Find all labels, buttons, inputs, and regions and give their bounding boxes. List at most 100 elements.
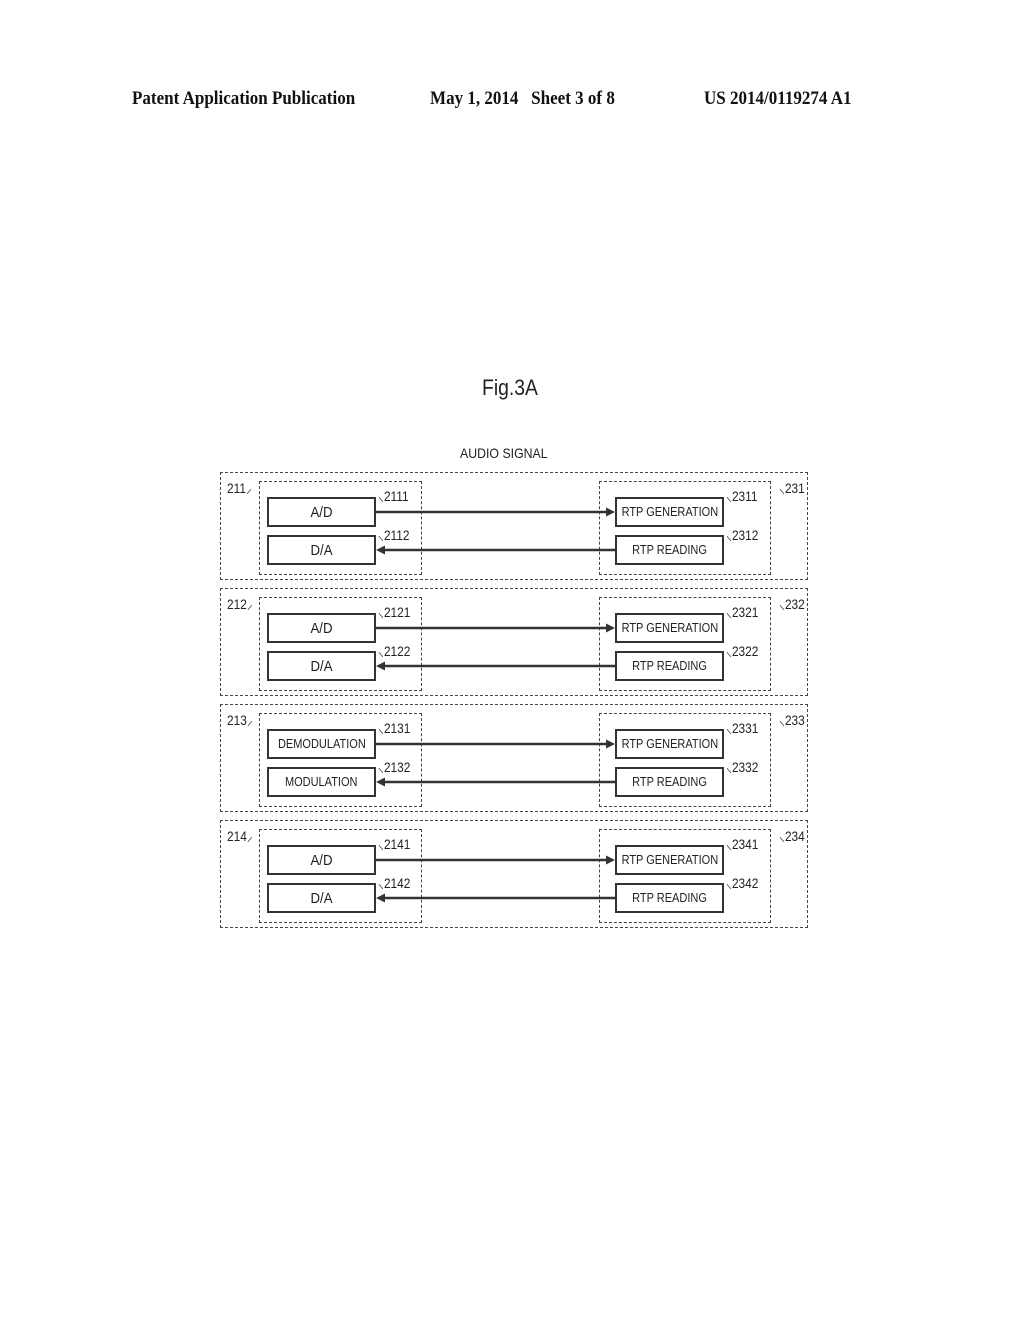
return-arrowhead <box>376 777 385 787</box>
right-block-top-ref: ⸜2311 <box>726 487 757 505</box>
right-block-top-ref: ⸜2321 <box>726 603 758 621</box>
left-block-bottom-ref: ⸜2112 <box>378 526 409 544</box>
leader-tick-icon: ⸝ <box>246 597 253 612</box>
left-block-top-ref: ⸜2131 <box>378 719 410 737</box>
reference-numeral: 234 <box>784 829 805 844</box>
left-block-top: A/D <box>267 845 376 875</box>
left-block-bottom-ref: ⸜2142 <box>378 874 410 892</box>
right-block-bottom: RTP READING <box>615 535 724 565</box>
reference-numeral: 2142 <box>383 876 411 891</box>
signal-row: 211⸝ ⸜231 A/D D/A RTP GENERATION RTP REA… <box>220 472 808 580</box>
reference-numeral: 2341 <box>731 837 759 852</box>
right-unit-ref: ⸜234 <box>779 827 805 845</box>
reference-numeral: 232 <box>784 597 805 612</box>
block-label: A/D <box>310 619 333 637</box>
right-block-bottom: RTP READING <box>615 883 724 913</box>
block-label: RTP READING <box>632 543 707 557</box>
left-block-top: A/D <box>267 613 376 643</box>
right-unit-ref: ⸜232 <box>779 595 805 613</box>
reference-numeral: 2122 <box>383 644 411 659</box>
block-label: RTP READING <box>632 659 707 673</box>
forward-arrowhead <box>606 855 615 865</box>
reference-numeral: 2322 <box>731 644 759 659</box>
block-label: RTP GENERATION <box>621 621 718 635</box>
right-block-top: RTP GENERATION <box>615 613 724 643</box>
right-block-bottom: RTP READING <box>615 651 724 681</box>
right-block-top-ref: ⸜2341 <box>726 835 758 853</box>
reference-numeral: 211 <box>227 481 246 496</box>
left-block-top: DEMODULATION <box>267 729 376 759</box>
left-block-top-ref: ⸜2121 <box>378 603 410 621</box>
left-unit-ref: 212⸝ <box>227 595 253 613</box>
left-block-top-ref: ⸜2111 <box>378 487 409 505</box>
right-unit-ref: ⸜233 <box>779 711 805 729</box>
block-label: D/A <box>310 889 333 907</box>
signal-row: 214⸝ ⸜234 A/D D/A RTP GENERATION RTP REA… <box>220 820 808 928</box>
reference-numeral: 2311 <box>731 489 758 504</box>
left-unit-ref: 214⸝ <box>227 827 253 845</box>
right-block-bottom-ref: ⸜2322 <box>726 642 758 660</box>
right-block-bottom: RTP READING <box>615 767 724 797</box>
right-block-top: RTP GENERATION <box>615 845 724 875</box>
signal-row: 212⸝ ⸜232 A/D D/A RTP GENERATION RTP REA… <box>220 588 808 696</box>
reference-numeral: 2132 <box>383 760 411 775</box>
reference-numeral: 2141 <box>383 837 411 852</box>
block-label: RTP GENERATION <box>621 737 718 751</box>
block-label: RTP GENERATION <box>621 505 718 519</box>
right-block-top-ref: ⸜2331 <box>726 719 758 737</box>
reference-numeral: 2332 <box>731 760 759 775</box>
block-label: A/D <box>310 503 333 521</box>
right-unit-ref: ⸜231 <box>779 479 805 497</box>
leader-tick-icon: ⸝ <box>246 829 253 844</box>
reference-numeral: 214 <box>227 829 247 844</box>
left-unit-ref: 211⸝ <box>227 479 252 497</box>
return-arrowhead <box>376 661 385 671</box>
left-unit-ref: 213⸝ <box>227 711 253 729</box>
reference-numeral: 2331 <box>731 721 759 736</box>
left-block-bottom: D/A <box>267 535 376 565</box>
reference-numeral: 233 <box>784 713 805 728</box>
left-block-top: A/D <box>267 497 376 527</box>
forward-arrowhead <box>606 507 615 517</box>
signal-row: 213⸝ ⸜233 DEMODULATION MODULATION RTP GE… <box>220 704 808 812</box>
block-label: RTP GENERATION <box>621 853 718 867</box>
block-label: RTP READING <box>632 775 707 789</box>
figure-title: Fig.3A <box>482 375 538 400</box>
right-block-top: RTP GENERATION <box>615 497 724 527</box>
left-block-bottom-ref: ⸜2132 <box>378 758 410 776</box>
reference-numeral: 2321 <box>731 605 759 620</box>
right-block-bottom-ref: ⸜2342 <box>726 874 758 892</box>
left-block-top-ref: ⸜2141 <box>378 835 410 853</box>
reference-numeral: 212 <box>227 597 247 612</box>
leader-tick-icon: ⸝ <box>245 481 252 496</box>
return-arrowhead <box>376 893 385 903</box>
block-label: DEMODULATION <box>277 737 366 751</box>
reference-numeral: 2111 <box>383 489 409 504</box>
forward-arrowhead <box>606 739 615 749</box>
reference-numeral: 2112 <box>383 528 410 543</box>
block-label: D/A <box>310 657 333 675</box>
block-label: MODULATION <box>285 775 358 789</box>
block-label: RTP READING <box>632 891 707 905</box>
left-block-bottom-ref: ⸜2122 <box>378 642 410 660</box>
signal-label: AUDIO SIGNAL <box>460 445 548 461</box>
return-arrowhead <box>376 545 385 555</box>
reference-numeral: 231 <box>784 481 805 496</box>
reference-numeral: 213 <box>227 713 247 728</box>
block-label: D/A <box>310 541 333 559</box>
left-block-bottom: MODULATION <box>267 767 376 797</box>
right-block-bottom-ref: ⸜2312 <box>726 526 758 544</box>
left-block-bottom: D/A <box>267 883 376 913</box>
header-date-sheet: May 1, 2014 Sheet 3 of 8 <box>430 89 615 109</box>
header-publication: Patent Application Publication <box>132 89 356 109</box>
block-label: A/D <box>310 851 333 869</box>
reference-numeral: 2342 <box>731 876 759 891</box>
right-block-bottom-ref: ⸜2332 <box>726 758 758 776</box>
leader-tick-icon: ⸝ <box>246 713 253 728</box>
header-patent-number: US 2014/0119274 A1 <box>704 89 852 109</box>
reference-numeral: 2131 <box>383 721 411 736</box>
left-block-bottom: D/A <box>267 651 376 681</box>
reference-numeral: 2121 <box>383 605 411 620</box>
forward-arrowhead <box>606 623 615 633</box>
right-block-top: RTP GENERATION <box>615 729 724 759</box>
